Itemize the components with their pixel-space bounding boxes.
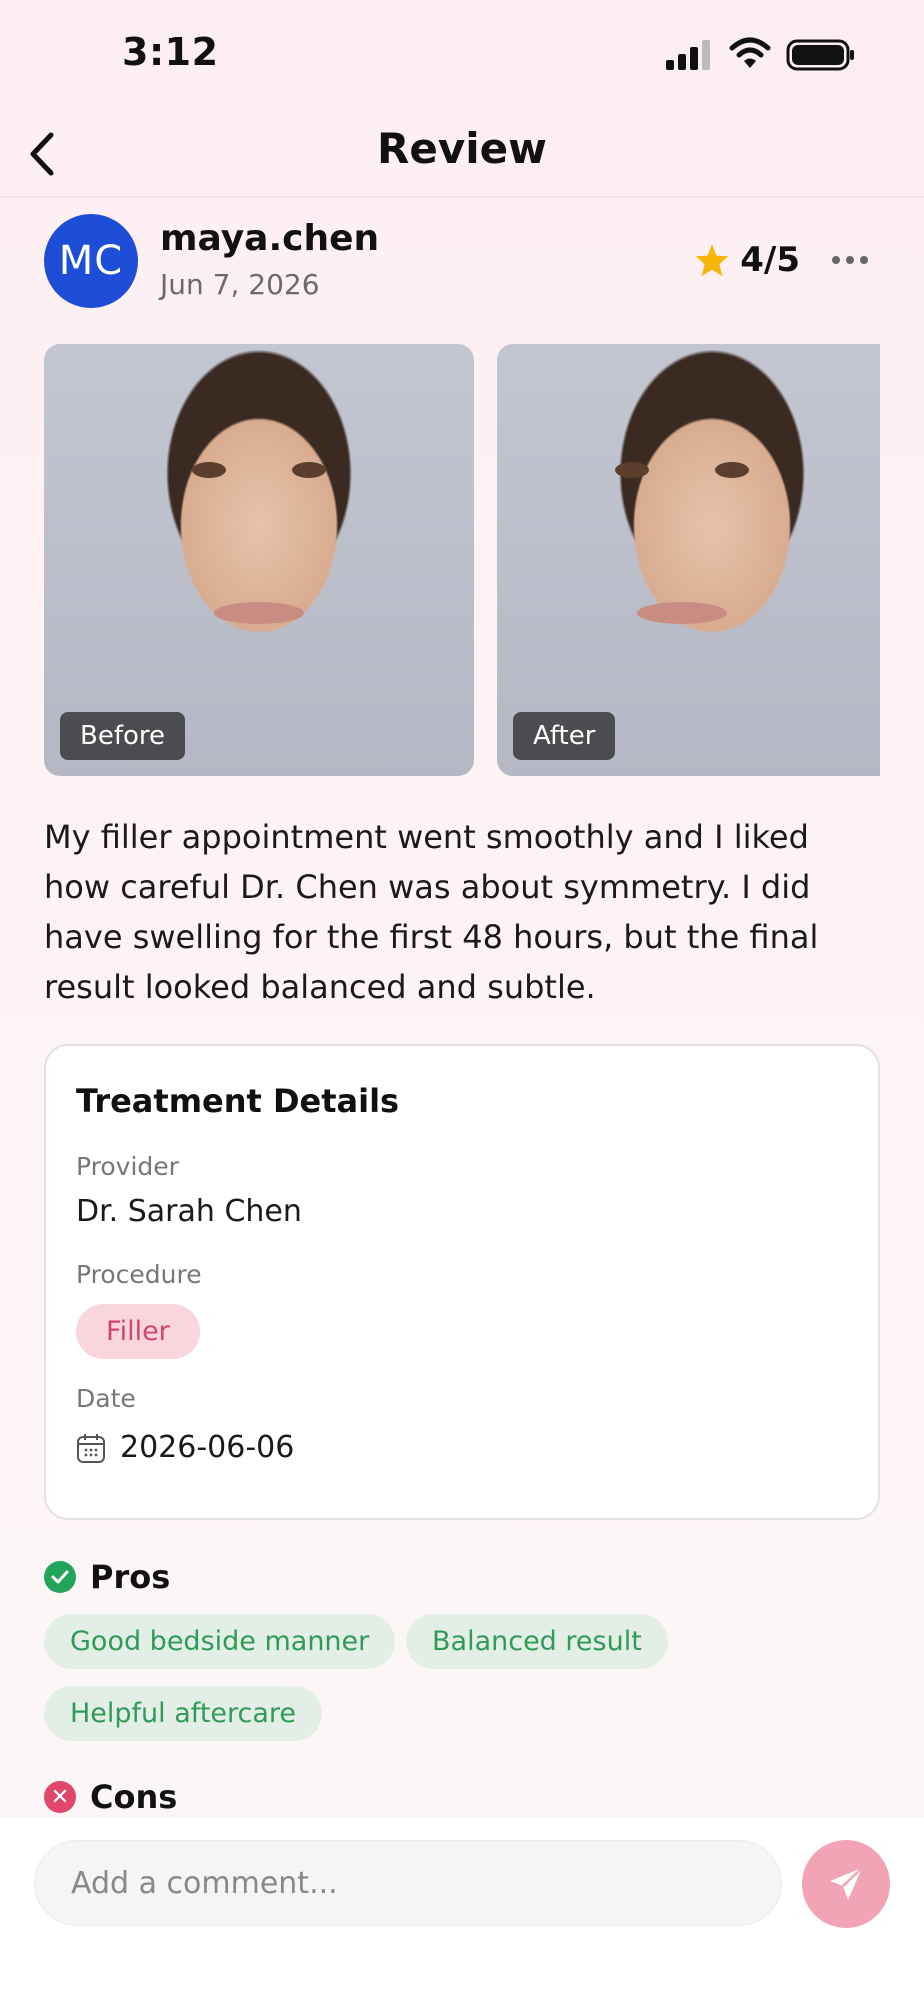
post-date: Jun 7, 2026 [160, 268, 320, 301]
pro-chip: Balanced result [406, 1614, 668, 1669]
review-body: My filler appointment went smoothly and … [44, 818, 819, 1006]
status-time: 3:12 [122, 30, 219, 74]
more-options-button[interactable] [820, 240, 880, 280]
after-photo[interactable]: After [497, 344, 880, 776]
review-author: MC maya.chen Jun 7, 2026 4/5 [44, 214, 880, 310]
photo-detail [292, 462, 326, 478]
procedure-label: Procedure [76, 1260, 202, 1289]
treatment-details-card: Treatment Details Provider Dr. Sarah Che… [44, 1044, 880, 1520]
photo-carousel[interactable]: Before After [44, 344, 880, 776]
check-circle-icon [44, 1561, 76, 1593]
pro-chip: Helpful aftercare [44, 1686, 323, 1741]
treatment-date: 2026-06-06 [120, 1430, 295, 1465]
cellular-signal-icon [666, 40, 710, 70]
cons-title: Cons [90, 1778, 178, 1816]
comment-bar: Add a comment... [0, 1818, 924, 2000]
before-photo[interactable]: Before [44, 344, 474, 776]
send-button[interactable] [802, 1840, 890, 1928]
procedure-tag[interactable]: Filler [76, 1304, 200, 1359]
before-label: Before [60, 712, 186, 760]
provider-name[interactable]: Dr. Sarah Chen [76, 1194, 302, 1229]
photo-detail [214, 602, 304, 624]
avatar[interactable]: MC [44, 214, 138, 308]
photo-detail [715, 462, 749, 478]
date-label: Date [76, 1384, 136, 1413]
cons-heading: ✕ Cons [44, 1778, 177, 1816]
after-label: After [513, 712, 616, 760]
status-bar: 3:12 [0, 0, 924, 110]
page-title: Review [377, 124, 547, 173]
star-icon [696, 244, 729, 277]
pro-chip: Good bedside manner [44, 1614, 396, 1669]
send-icon [830, 1867, 863, 1900]
more-dots-icon [832, 256, 840, 264]
photo-detail [615, 462, 649, 478]
username[interactable]: maya.chen [160, 218, 379, 259]
more-dot [860, 256, 868, 264]
card-title: Treatment Details [76, 1082, 400, 1120]
more-dot [846, 256, 854, 264]
provider-label: Provider [76, 1152, 179, 1181]
photo-detail [637, 602, 727, 624]
comment-input[interactable]: Add a comment... [34, 1840, 782, 1926]
pros-title: Pros [90, 1558, 171, 1596]
rating-value: 4/5 [740, 240, 800, 280]
treatment-date-row: 2026-06-06 [76, 1430, 294, 1465]
rating: 4/5 [694, 240, 800, 280]
battery-icon [786, 39, 854, 71]
photo-detail [192, 462, 226, 478]
wifi-icon [729, 37, 771, 68]
nav-bar: Review [0, 110, 924, 198]
pros-heading: Pros [44, 1558, 170, 1596]
calendar-icon [77, 1433, 105, 1463]
x-circle-icon: ✕ [44, 1781, 76, 1813]
